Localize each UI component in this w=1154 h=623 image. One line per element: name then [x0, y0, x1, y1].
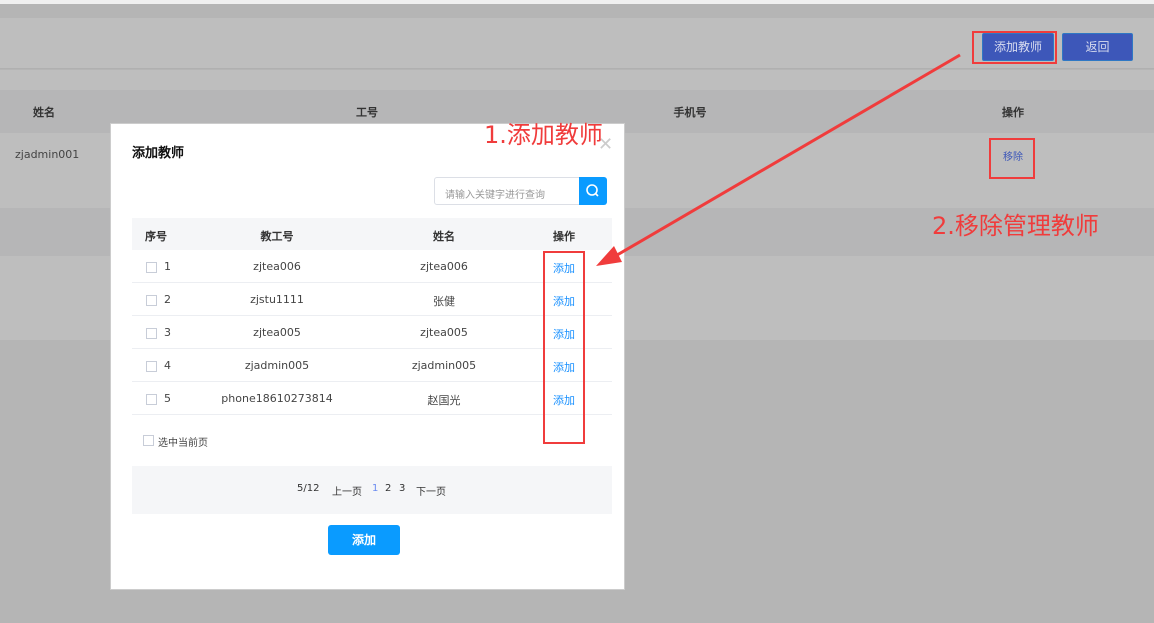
highlight-remove [989, 138, 1035, 179]
annotation-step2: 2.移除管理教师 [932, 212, 1099, 240]
highlight-add-teacher [972, 31, 1057, 64]
annotation-step1: 1.添加教师 [484, 121, 603, 149]
highlight-add-links [543, 251, 585, 444]
